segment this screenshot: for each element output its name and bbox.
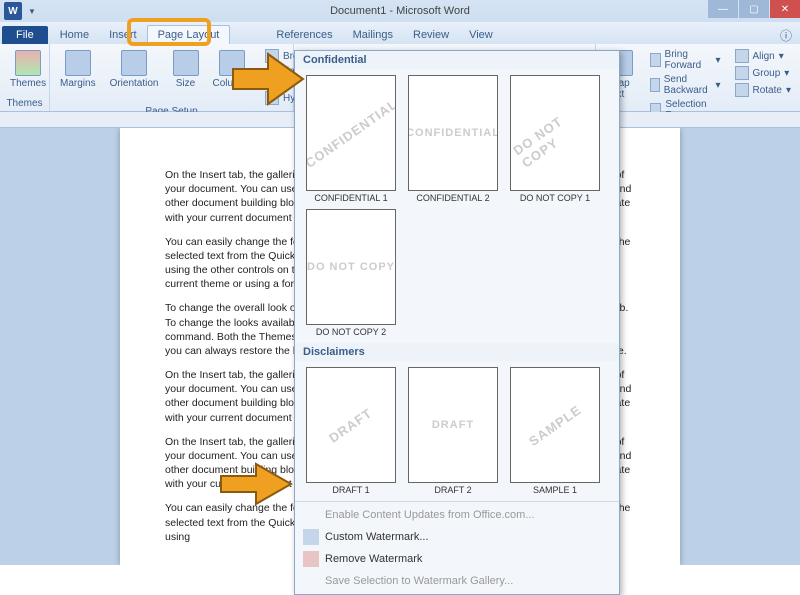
tab-home[interactable]: Home — [50, 26, 99, 44]
watermark-gallery: Confidential CONFIDENTIALCONFIDENTIAL 1C… — [294, 50, 620, 595]
rotate-icon — [735, 83, 749, 97]
breaks-icon — [265, 49, 279, 63]
watermark-thumbnail[interactable]: DO NOT COPY DO NOT COPY 2 — [303, 209, 399, 337]
size-button[interactable]: Size — [169, 48, 203, 91]
watermark-thumbnail[interactable]: SAMPLE SAMPLE 1 — [507, 367, 603, 495]
save-gallery-icon — [303, 573, 319, 589]
margins-button[interactable]: Margins — [56, 48, 100, 91]
watermark-preview-text: DRAFT — [432, 419, 474, 431]
watermark-caption: CONFIDENTIAL 1 — [314, 193, 387, 203]
watermark-caption: CONFIDENTIAL 2 — [416, 193, 489, 203]
watermark-caption: DRAFT 2 — [434, 485, 471, 495]
send-backward-icon — [650, 78, 660, 92]
rotate-button[interactable]: Rotate ▾ — [732, 82, 795, 98]
tab-review[interactable]: Review — [403, 26, 459, 44]
watermark-thumbnail[interactable]: DRAFT DRAFT 2 — [405, 367, 501, 495]
remove-watermark-menu[interactable]: Remove Watermark — [295, 548, 619, 570]
hyphen-icon — [265, 91, 279, 105]
watermark-thumbnail[interactable]: DO NOT COPY DO NOT COPY 1 — [507, 75, 603, 203]
send-backward-button[interactable]: Send Backward ▾ — [647, 73, 724, 97]
gallery-section-confidential: Confidential — [295, 51, 619, 69]
columns-button[interactable]: Columns — [209, 48, 256, 91]
watermark-caption: SAMPLE 1 — [533, 485, 577, 495]
bring-forward-button[interactable]: Bring Forward ▾ — [647, 48, 724, 72]
watermark-caption: DO NOT COPY 2 — [316, 327, 386, 337]
orientation-icon — [121, 50, 147, 76]
watermark-caption: DRAFT 1 — [332, 485, 369, 495]
watermark-caption: DO NOT COPY 1 — [520, 193, 590, 203]
watermark-thumbnail[interactable]: CONFIDENTIAL CONFIDENTIAL 2 — [405, 75, 501, 203]
qat-dropdown-icon[interactable]: ▼ — [28, 7, 36, 16]
custom-watermark-icon — [303, 529, 319, 545]
tab-mailings[interactable]: Mailings — [343, 26, 403, 44]
align-button[interactable]: Align ▾ — [732, 48, 795, 64]
window-title: Document1 - Microsoft Word — [330, 5, 470, 17]
columns-icon — [219, 50, 245, 76]
tab-insert[interactable]: Insert — [99, 26, 147, 44]
file-tab[interactable]: File — [2, 26, 48, 44]
office-icon — [303, 507, 319, 523]
bring-forward-icon — [650, 53, 661, 67]
watermark-thumbnail[interactable]: DRAFT DRAFT 1 — [303, 367, 399, 495]
margins-icon — [65, 50, 91, 76]
watermark-preview-text: DO NOT COPY — [307, 261, 395, 273]
gallery-section-disclaimers: Disclaimers — [295, 343, 619, 361]
tab-references[interactable]: References — [266, 26, 342, 44]
save-to-gallery-menu[interactable]: Save Selection to Watermark Gallery... — [295, 570, 619, 592]
watermark-preview-text: DO NOT COPY — [510, 95, 599, 170]
group-button[interactable]: Group ▾ — [732, 65, 795, 81]
watermark-preview-text: CONFIDENTIAL — [306, 96, 396, 171]
close-button[interactable]: ✕ — [770, 0, 800, 18]
help-icon[interactable]: ⓘ — [772, 27, 800, 44]
line-numbers-icon — [265, 70, 277, 84]
align-icon — [735, 49, 749, 63]
custom-watermark-menu[interactable]: Custom Watermark... — [295, 526, 619, 548]
maximize-button[interactable]: ▢ — [739, 0, 769, 18]
group-themes-label: Themes — [6, 98, 43, 109]
minimize-button[interactable]: — — [708, 0, 738, 18]
themes-icon — [15, 50, 41, 76]
watermark-preview-text: CONFIDENTIAL — [408, 127, 498, 139]
tab-view[interactable]: View — [459, 26, 503, 44]
watermark-thumbnail[interactable]: CONFIDENTIAL CONFIDENTIAL 1 — [303, 75, 399, 203]
enable-content-updates-menu[interactable]: Enable Content Updates from Office.com..… — [295, 504, 619, 526]
size-icon — [173, 50, 199, 76]
app-icon: W — [4, 2, 22, 20]
watermark-preview-text: DRAFT — [327, 405, 376, 445]
watermark-preview-text: SAMPLE — [526, 402, 584, 449]
themes-button[interactable]: Themes — [6, 48, 50, 91]
tab-page-layout[interactable]: Page Layout — [147, 25, 231, 44]
themes-label: Themes — [10, 78, 46, 89]
group-icon — [735, 66, 749, 80]
orientation-button[interactable]: Orientation — [106, 48, 163, 91]
